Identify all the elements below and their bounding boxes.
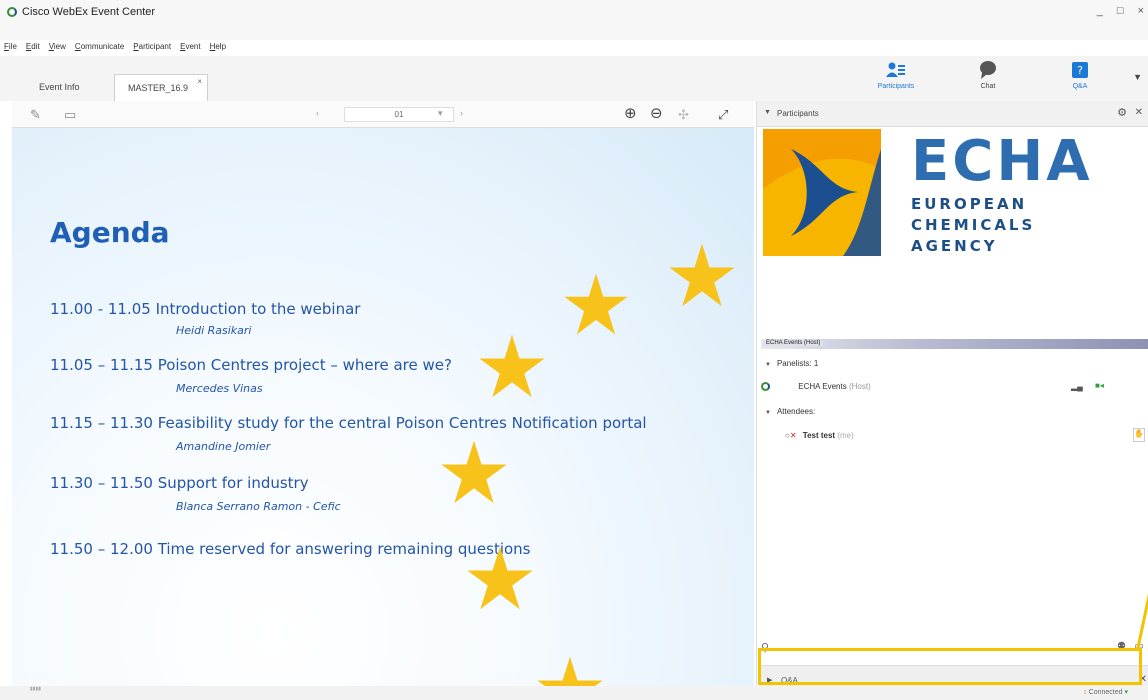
callout-highlight-box (758, 648, 1142, 685)
panel-options-chevron-down-icon[interactable]: ▼ (1133, 72, 1142, 82)
chat-button[interactable]: Chat (958, 60, 1018, 90)
webex-logo-icon (7, 7, 17, 17)
menu-file[interactable]: File (4, 42, 17, 56)
panelists-label: Panelists: 1 (776, 359, 819, 368)
participants-panel: ▼ Participants ⚙ ✕ ECHA EUROPEAN CHEMICA… (756, 101, 1148, 700)
title-bar: Cisco WebEx Event Center _ □ × (0, 0, 1148, 40)
echa-logo-line: AGENCY (911, 237, 998, 255)
participants-button[interactable]: Participants (866, 60, 926, 90)
document-tabs: Event Info MASTER_16.9 × (0, 56, 760, 101)
eu-star-icon (479, 334, 545, 398)
thumbnails-icon[interactable]: ▭ (64, 107, 76, 123)
menu-view[interactable]: View (49, 42, 66, 56)
connection-label: Connected (1088, 689, 1123, 696)
qa-icon: ? (1072, 62, 1088, 78)
host-name: ECHA Events (798, 382, 847, 391)
minimize-button[interactable]: _ (1097, 5, 1103, 17)
participant-row-me[interactable]: ○✕ Test test (me) ✋ (785, 428, 1145, 442)
echa-logo-line: EUROPEAN (911, 195, 1028, 213)
qa-label: Q&A (1072, 83, 1088, 90)
connection-ok-icon: ▾ (1124, 689, 1128, 696)
eu-star-icon (441, 440, 507, 504)
eu-star-icon (564, 273, 628, 335)
fullscreen-icon[interactable]: ⤢ (718, 107, 728, 123)
collapse-chevron-icon: ▼ (765, 410, 771, 416)
host-role: (Host) (848, 382, 871, 391)
attendees-label: Attendees: (776, 407, 816, 416)
agenda-presenter: Amandine Jomier (176, 440, 271, 453)
agenda-item: 11.15 – 11.30 Feasibility study for the … (50, 414, 647, 432)
menu-bar: File Edit View Communicate Participant E… (4, 42, 226, 56)
annotate-pen-icon[interactable]: ✎ (30, 107, 41, 123)
eu-star-icon (467, 546, 533, 610)
zoom-out-icon[interactable]: ⊖ (650, 104, 663, 122)
window-controls: _ □ × (1097, 5, 1144, 17)
menu-help[interactable]: Help (210, 42, 226, 56)
connection-signal-icon: ↕ (1083, 689, 1087, 696)
chat-icon (980, 61, 996, 79)
collapse-chevron-icon: ▼ (765, 362, 771, 368)
presentation-slide: Agenda 11.00 - 11.05 Introduction to the… (12, 128, 754, 688)
echa-logo-word: ECHA (911, 129, 1093, 194)
cisco-logo-icon: ▮▮▮▮ (30, 686, 42, 692)
slide-title: Agenda (50, 216, 170, 249)
zoom-in-icon[interactable]: ⊕ (624, 104, 637, 122)
maximize-button[interactable]: □ (1117, 5, 1124, 17)
panel-toolbar: Participants Chat ? Q&A ▼ (760, 56, 1148, 101)
agenda-presenter: Mercedes Vinas (176, 382, 263, 395)
pan-icon[interactable]: ✣ (678, 107, 689, 123)
menu-event[interactable]: Event (180, 42, 200, 56)
qa-button[interactable]: ? Q&A (1050, 60, 1110, 90)
page-dropdown-icon[interactable]: ▾ (438, 108, 443, 119)
echa-logo-line: CHEMICALS (911, 216, 1036, 234)
panelists-group-header[interactable]: ▼ Panelists: 1 (765, 359, 818, 368)
page-number: 01 (394, 110, 404, 119)
video-camera-icon[interactable]: ■◂ (1095, 381, 1104, 390)
close-window-button[interactable]: × (1138, 5, 1144, 17)
muted-x-icon: ✕ (789, 431, 797, 440)
menu-edit[interactable]: Edit (26, 42, 40, 56)
agenda-presenter: Blanca Serrano Ramon - Cefic (176, 500, 341, 513)
host-tag: ECHA Events (Host) (763, 340, 824, 346)
agenda-item: 11.50 – 12.00 Time reserved for answerin… (50, 540, 531, 558)
agenda-presenter: Heidi Rasikari (176, 324, 252, 337)
participant-row-host[interactable]: ECHA Events (Host) ▂▄ ■◂ (761, 381, 1145, 392)
host-video-area: ECHA EUROPEAN CHEMICALS AGENCY (761, 127, 1148, 339)
collapse-chevron-icon[interactable]: ▼ (764, 109, 771, 116)
eu-star-icon (669, 243, 735, 307)
chat-label: Chat (980, 83, 996, 90)
active-speaker-bar: ECHA Events (Host) (761, 339, 1148, 349)
participants-label: Participants (877, 83, 915, 90)
agenda-item: 11.00 - 11.05 Introduction to the webina… (50, 300, 361, 318)
attendee-name: Test test (802, 431, 836, 440)
tab-label: Event Info (39, 82, 80, 92)
participants-panel-title: Participants (777, 109, 819, 118)
eu-star-icon (537, 656, 603, 688)
tab-master[interactable]: MASTER_16.9 × (114, 74, 208, 101)
gear-icon[interactable]: ⚙ (1117, 106, 1127, 119)
signal-strength-icon: ▂▄ (1071, 382, 1083, 391)
connection-status: ↕ Connected ▾ (1083, 688, 1128, 696)
raise-hand-icon[interactable]: ✋ (1133, 428, 1145, 442)
status-bar: ▮▮▮▮ ↕ Connected ▾ (0, 686, 1148, 700)
tab-close-icon[interactable]: × (197, 77, 202, 86)
content-toolbar: ✎ ▭ ‹ 01 ▾ › ⊕ ⊖ ✣ ⤢ (12, 101, 754, 128)
next-page-icon[interactable]: › (460, 108, 463, 118)
host-status-icon (761, 382, 770, 392)
attendees-group-header[interactable]: ▼ Attendees: (765, 407, 815, 416)
tab-event-info[interactable]: Event Info (26, 74, 93, 101)
menu-communicate[interactable]: Communicate (75, 42, 124, 56)
participants-icon (886, 62, 905, 77)
window-title: Cisco WebEx Event Center (22, 6, 156, 18)
svg-text:?: ? (1077, 64, 1083, 77)
attendee-me-tag: (me) (837, 431, 854, 440)
tab-label: MASTER_16.9 (128, 83, 189, 93)
menu-participant[interactable]: Participant (133, 42, 171, 56)
close-icon[interactable]: ✕ (1135, 107, 1143, 118)
agenda-item: 11.30 – 11.50 Support for industry (50, 474, 309, 492)
participants-panel-header[interactable]: ▼ Participants ⚙ ✕ (757, 101, 1148, 127)
echa-logo-icon (763, 129, 881, 256)
previous-page-icon[interactable]: ‹ (316, 108, 319, 118)
agenda-item: 11.05 – 11.15 Poison Centres project – w… (50, 356, 452, 374)
